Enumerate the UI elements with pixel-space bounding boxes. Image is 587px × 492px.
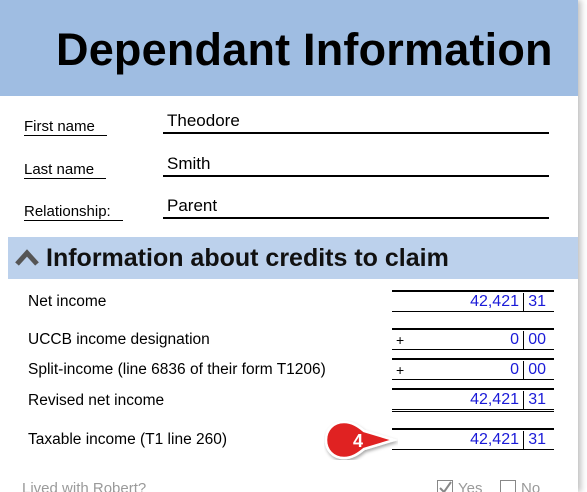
header-bar: Dependant Information bbox=[0, 0, 578, 96]
amount-cents: 31 bbox=[528, 391, 546, 408]
checkmark-icon bbox=[439, 481, 452, 492]
net-income-row: Net income 42,421 31 bbox=[28, 290, 558, 314]
decimal-divider bbox=[523, 361, 524, 380]
chevron-up-icon[interactable] bbox=[14, 245, 40, 271]
split-income-label: Split-income (line 6836 of their form T1… bbox=[28, 361, 326, 378]
dependant-form: Dependant Information First name Last na… bbox=[0, 0, 578, 492]
section-header[interactable]: Information about credits to claim bbox=[8, 237, 578, 279]
amount-sign: + bbox=[396, 332, 405, 348]
amount-dollars: 42,421 bbox=[470, 391, 519, 408]
net-income-label: Net income bbox=[28, 293, 107, 310]
lived-with-row: Lived with Robert? Yes No bbox=[20, 478, 578, 492]
lived-with-label: Lived with Robert? bbox=[22, 480, 147, 492]
last-name-field[interactable] bbox=[163, 153, 549, 177]
decimal-divider bbox=[523, 431, 524, 450]
decimal-divider bbox=[523, 293, 524, 312]
section-title: Information about credits to claim bbox=[46, 244, 449, 272]
amount-cents: 31 bbox=[528, 293, 546, 310]
first-name-row: First name bbox=[24, 110, 550, 138]
last-name-row: Last name bbox=[24, 153, 550, 181]
amount-cents: 00 bbox=[528, 331, 546, 348]
amount-dollars: 0 bbox=[510, 361, 519, 378]
uccb-amount[interactable]: + 0 00 bbox=[392, 328, 554, 350]
amount-sign: + bbox=[396, 362, 405, 378]
relationship-label: Relationship: bbox=[24, 203, 123, 221]
yes-label: Yes bbox=[458, 480, 483, 492]
callout-badge: 4 bbox=[324, 420, 398, 460]
page-title: Dependant Information bbox=[56, 24, 553, 75]
uccb-label: UCCB income designation bbox=[28, 331, 210, 348]
relationship-field[interactable] bbox=[163, 195, 549, 219]
split-income-row: Split-income (line 6836 of their form T1… bbox=[28, 357, 558, 381]
decimal-divider bbox=[523, 331, 524, 350]
first-name-field[interactable] bbox=[163, 110, 549, 134]
uccb-row: UCCB income designation + 0 00 bbox=[28, 327, 558, 351]
no-label: No bbox=[521, 480, 541, 492]
revised-net-income-row: Revised net income 42,421 31 bbox=[28, 388, 558, 414]
taxable-income-label: Taxable income (T1 line 260) bbox=[28, 431, 228, 448]
revised-net-income-amount[interactable]: 42,421 31 bbox=[392, 388, 554, 412]
split-income-amount[interactable]: + 0 00 bbox=[392, 358, 554, 380]
amount-cents: 00 bbox=[528, 361, 546, 378]
net-income-amount[interactable]: 42,421 31 bbox=[392, 290, 554, 312]
amount-dollars: 0 bbox=[510, 331, 519, 348]
amount-dollars: 42,421 bbox=[470, 293, 519, 310]
no-checkbox[interactable] bbox=[500, 480, 516, 492]
yes-checkbox[interactable] bbox=[437, 480, 453, 492]
amount-dollars: 42,421 bbox=[470, 431, 519, 448]
revised-net-income-label: Revised net income bbox=[28, 392, 165, 409]
decimal-divider bbox=[523, 391, 524, 410]
amount-cents: 31 bbox=[528, 431, 546, 448]
callout-number: 4 bbox=[353, 431, 363, 451]
first-name-label: First name bbox=[24, 118, 107, 136]
last-name-label: Last name bbox=[24, 161, 107, 179]
taxable-income-row: Taxable income (T1 line 260) 42,421 31 bbox=[28, 428, 558, 452]
relationship-row: Relationship: bbox=[24, 195, 550, 223]
taxable-income-amount[interactable]: 42,421 31 bbox=[392, 428, 554, 450]
